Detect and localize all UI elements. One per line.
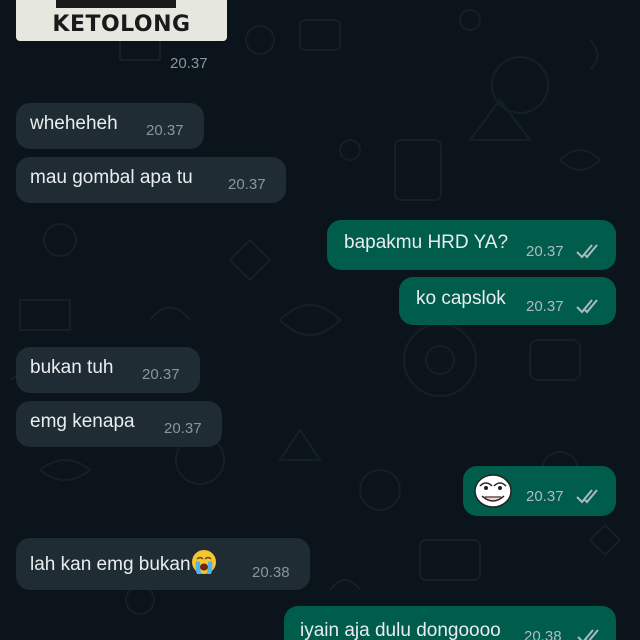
message-time: 20.37 bbox=[170, 55, 208, 72]
sticker-image[interactable]: KETOLONG bbox=[16, 0, 227, 41]
message-text: emg kenapa bbox=[30, 411, 135, 432]
trollface-emoji-icon bbox=[474, 474, 512, 508]
message-time: 20.37 bbox=[164, 420, 202, 437]
message-text: mau gombal apa tu bbox=[30, 167, 193, 188]
outgoing-message[interactable]: ko capslok 20.37 bbox=[399, 277, 616, 325]
message-time: 20.38 bbox=[252, 564, 290, 581]
outgoing-message[interactable]: 20.37 bbox=[463, 466, 616, 516]
read-receipt-double-check-icon bbox=[576, 299, 598, 314]
message-time: 20.37 bbox=[526, 243, 564, 260]
incoming-message[interactable]: mau gombal apa tu 20.37 bbox=[16, 157, 286, 203]
loudly-crying-face-icon bbox=[191, 550, 216, 574]
message-text: bukan tuh bbox=[30, 357, 114, 378]
message-time: 20.38 bbox=[524, 628, 562, 640]
message-text: bapakmu HRD YA? bbox=[344, 232, 509, 253]
message-text: iyain aja dulu dongoooo bbox=[300, 620, 501, 640]
incoming-message[interactable]: lah kan emg bukan 20.38 bbox=[16, 538, 310, 590]
sticker-text-fragment-icon bbox=[56, 0, 176, 8]
message-text: wheheheh bbox=[30, 113, 118, 134]
outgoing-message[interactable]: bapakmu HRD YA? 20.37 bbox=[327, 220, 616, 270]
read-receipt-double-check-icon bbox=[576, 489, 598, 504]
message-time: 20.37 bbox=[142, 366, 180, 383]
message-text: lah kan emg bukan bbox=[30, 549, 217, 576]
chat-view[interactable]: KETOLONG 20.37 wheheheh 20.37 mau gombal… bbox=[0, 0, 640, 640]
read-receipt-double-check-icon bbox=[576, 244, 598, 259]
incoming-message[interactable]: bukan tuh 20.37 bbox=[16, 347, 200, 393]
message-time: 20.37 bbox=[228, 176, 266, 193]
sticker-caption: KETOLONG bbox=[52, 12, 191, 37]
incoming-message[interactable]: emg kenapa 20.37 bbox=[16, 401, 222, 447]
outgoing-message[interactable]: iyain aja dulu dongoooo 20.38 bbox=[284, 606, 616, 640]
incoming-message[interactable]: wheheheh 20.37 bbox=[16, 103, 204, 149]
message-time: 20.37 bbox=[146, 122, 184, 139]
message-time: 20.37 bbox=[526, 488, 564, 505]
message-text: ko capslok bbox=[416, 288, 506, 309]
message-text-content: lah kan emg bukan bbox=[30, 554, 191, 575]
message-time: 20.37 bbox=[526, 298, 564, 315]
read-receipt-double-check-icon bbox=[577, 629, 599, 640]
